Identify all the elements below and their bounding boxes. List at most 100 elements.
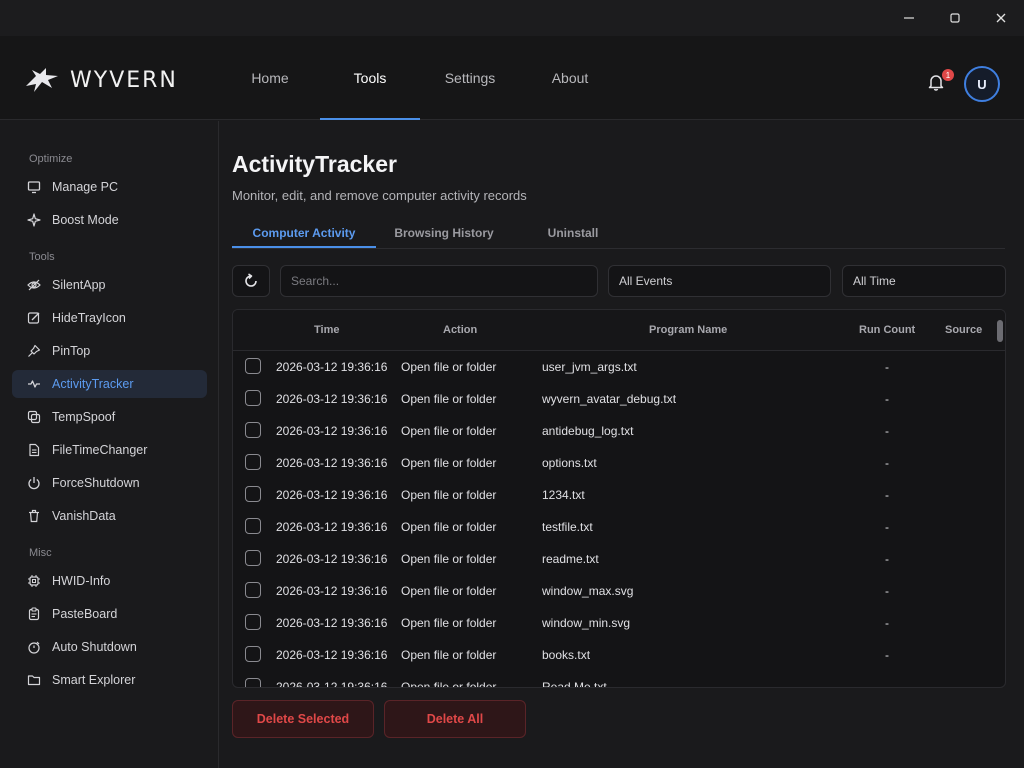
cell-action: Open file or folder xyxy=(401,424,497,438)
sidebar-item-label: SilentApp xyxy=(52,278,106,292)
maximize-button[interactable] xyxy=(932,0,978,36)
clipboard-icon xyxy=(26,606,42,622)
cell-run-count: - xyxy=(885,456,889,470)
nav-home[interactable]: Home xyxy=(220,36,320,120)
table-row[interactable]: 2026-03-12 19:36:16 Open file or folder op… xyxy=(233,447,997,479)
cell-program-name: 1234.txt xyxy=(542,488,585,502)
cell-run-count: - xyxy=(885,584,889,598)
cell-run-count: - xyxy=(885,424,889,438)
row-checkbox[interactable] xyxy=(245,678,261,687)
table-row[interactable]: 2026-03-12 19:36:16 Open file or folder te… xyxy=(233,511,997,543)
sidebar-item-silentapp[interactable]: SilentApp xyxy=(12,271,207,299)
table-row[interactable]: 2026-03-12 19:36:16 Open file or folder re… xyxy=(233,543,997,575)
table-row[interactable]: 2026-03-12 19:36:16 Open file or folder wi… xyxy=(233,607,997,639)
column-header-action[interactable]: Action xyxy=(443,324,477,336)
row-checkbox[interactable] xyxy=(245,390,261,406)
event-filter-select[interactable]: All Events xyxy=(608,265,831,297)
cell-time: 2026-03-12 19:36:16 xyxy=(276,552,388,566)
sidebar-item-manage-pc[interactable]: Manage PC xyxy=(12,173,207,201)
table-scrollbar[interactable] xyxy=(997,320,1003,342)
column-header-run-count[interactable]: Run Count xyxy=(859,324,915,336)
sidebar-item-tempspoof[interactable]: TempSpoof xyxy=(12,403,207,431)
row-checkbox[interactable] xyxy=(245,358,261,374)
column-header-time[interactable]: Time xyxy=(314,324,339,336)
cell-program-name: testfile.txt xyxy=(542,520,593,534)
row-checkbox[interactable] xyxy=(245,614,261,630)
sidebar-item-auto-shutdown[interactable]: Auto Shutdown xyxy=(12,633,207,661)
refresh-button[interactable] xyxy=(232,265,270,297)
tab-browsing-history[interactable]: Browsing History xyxy=(380,218,508,248)
column-header-program-name[interactable]: Program Name xyxy=(649,324,727,336)
close-button[interactable] xyxy=(978,0,1024,36)
cell-time: 2026-03-12 19:36:16 xyxy=(276,648,388,662)
search-input[interactable]: Search... xyxy=(280,265,598,297)
table-row[interactable]: 2026-03-12 19:36:16 Open file or folder wy… xyxy=(233,383,997,415)
monitor-icon xyxy=(26,179,42,195)
row-checkbox[interactable] xyxy=(245,422,261,438)
sidebar-item-activitytracker[interactable]: ActivityTracker xyxy=(12,370,207,398)
table-row[interactable]: 2026-03-12 19:36:16 Open file or folder an… xyxy=(233,415,997,447)
sparkle-icon xyxy=(26,212,42,228)
sidebar-item-smart-explorer[interactable]: Smart Explorer xyxy=(12,666,207,694)
sidebar-section-tools: Tools xyxy=(29,251,55,263)
row-checkbox[interactable] xyxy=(245,454,261,470)
notification-badge: 1 xyxy=(942,69,954,81)
sidebar-item-label: Boost Mode xyxy=(52,213,119,227)
cell-program-name: wyvern_avatar_debug.txt xyxy=(542,392,677,406)
activity-table: Time Action Program Name Run Count Sourc… xyxy=(232,309,1006,688)
tab-computer-activity[interactable]: Computer Activity xyxy=(232,218,376,248)
sidebar-item-label: ActivityTracker xyxy=(52,377,134,391)
sidebar-item-vanishdata[interactable]: VanishData xyxy=(12,502,207,530)
nav-about[interactable]: About xyxy=(520,36,620,120)
table-row[interactable]: 2026-03-12 19:36:16 Open file or folder Re… xyxy=(233,671,997,688)
sidebar-item-hwid-info[interactable]: HWID-Info xyxy=(12,567,207,595)
table-row[interactable]: 2026-03-12 19:36:16 Open file or folder wi… xyxy=(233,575,997,607)
cell-run-count: - xyxy=(885,648,889,662)
delete-selected-button[interactable]: Delete Selected xyxy=(232,700,374,738)
sidebar-item-hidetrayicon[interactable]: HideTrayIcon xyxy=(12,304,207,332)
minimize-button[interactable] xyxy=(886,0,932,36)
user-avatar[interactable]: U xyxy=(964,66,1000,102)
table-row[interactable]: 2026-03-12 19:36:16 Open file or folder us… xyxy=(233,351,997,383)
row-checkbox[interactable] xyxy=(245,550,261,566)
row-checkbox[interactable] xyxy=(245,518,261,534)
time-filter-select[interactable]: All Time xyxy=(842,265,1006,297)
cell-action: Open file or folder xyxy=(401,520,497,534)
timer-icon xyxy=(26,639,42,655)
table-row[interactable]: 2026-03-12 19:36:16 Open file or folder bo… xyxy=(233,639,997,671)
cell-time: 2026-03-12 19:36:16 xyxy=(276,424,388,438)
cell-time: 2026-03-12 19:36:16 xyxy=(276,456,388,470)
cell-action: Open file or folder xyxy=(401,392,497,406)
cell-program-name: window_min.svg xyxy=(542,616,631,630)
app-name: WYVERN xyxy=(70,67,178,93)
cell-program-name: window_max.svg xyxy=(542,584,634,598)
sidebar-item-boost-mode[interactable]: Boost Mode xyxy=(12,206,207,234)
sidebar-item-forceshutdown[interactable]: ForceShutdown xyxy=(12,469,207,497)
column-header-source[interactable]: Source xyxy=(945,324,982,336)
eye-off-icon xyxy=(26,277,42,293)
refresh-icon xyxy=(245,273,257,287)
nav-tools[interactable]: Tools xyxy=(320,36,420,120)
cell-action: Open file or folder xyxy=(401,488,497,502)
table-row[interactable]: 2026-03-12 19:36:16 Open file or folder 12… xyxy=(233,479,997,511)
file-icon xyxy=(26,442,42,458)
cell-run-count: - xyxy=(885,392,889,406)
sidebar-item-label: PasteBoard xyxy=(52,607,118,621)
row-checkbox[interactable] xyxy=(245,582,261,598)
sidebar-item-pintop[interactable]: PinTop xyxy=(12,337,207,365)
nav-settings[interactable]: Settings xyxy=(420,36,520,120)
delete-all-button[interactable]: Delete All xyxy=(384,700,526,738)
tab-uninstall[interactable]: Uninstall xyxy=(520,218,626,248)
sidebar-item-filetimechanger[interactable]: FileTimeChanger xyxy=(12,436,207,464)
row-checkbox[interactable] xyxy=(245,486,261,502)
pin-icon xyxy=(26,343,42,359)
sidebar-item-label: HideTrayIcon xyxy=(52,311,126,325)
sidebar-item-label: FileTimeChanger xyxy=(52,443,148,457)
row-checkbox[interactable] xyxy=(245,646,261,662)
cell-run-count: - xyxy=(885,520,889,534)
wyvern-logo-icon xyxy=(26,68,58,92)
sidebar-item-pasteboard[interactable]: PasteBoard xyxy=(12,600,207,628)
cell-program-name: books.txt xyxy=(542,648,591,662)
cell-program-name: Read Me.txt xyxy=(542,680,607,688)
sidebar-section-optimize: Optimize xyxy=(29,153,73,165)
